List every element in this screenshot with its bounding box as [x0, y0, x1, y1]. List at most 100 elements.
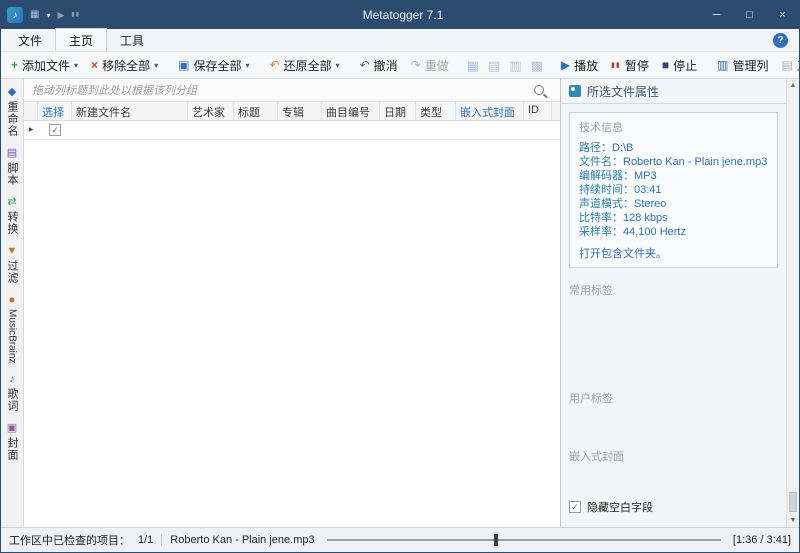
scroll-down-icon[interactable]: ▼ — [790, 514, 797, 527]
row-cell-artist[interactable] — [188, 121, 234, 139]
chevron-down-icon: ▾ — [154, 61, 158, 70]
stop-icon: ■ — [662, 59, 669, 71]
column-header-album[interactable]: 专辑 — [278, 102, 322, 120]
restore-all-label: 还原全部 — [284, 57, 332, 74]
row-cell-track-number[interactable] — [322, 121, 380, 139]
columns-icon: ▥ — [717, 59, 728, 71]
restore-icon: ↶ — [269, 59, 279, 71]
app-window: ♪ ▦ ▾ ▶ ▮▮ Metatogger 7.1 ─ □ × 文件 主页 工具… — [0, 0, 800, 553]
seek-bar[interactable] — [327, 528, 721, 552]
pause-button[interactable]: ▮▮ 暂停 — [605, 54, 655, 76]
row-cell-id[interactable] — [524, 121, 552, 139]
column-header-track-number[interactable]: 曲目编号 — [322, 102, 380, 120]
scroll-up-icon[interactable]: ▲ — [790, 79, 797, 92]
column-header-new-filename[interactable]: 新建文件名 — [72, 102, 188, 120]
musicbrainz-icon: ● — [9, 295, 16, 306]
column-header-date[interactable]: 日期 — [380, 102, 416, 120]
cover-icon: ▣ — [7, 423, 17, 434]
check-icon: ✓ — [571, 503, 579, 512]
invert-selection-icon[interactable]: ▥ — [505, 59, 525, 72]
sidebar-item-filter[interactable]: ▼ 过滤 — [4, 246, 20, 284]
column-header-title[interactable]: 标题 — [234, 102, 278, 120]
remove-all-button[interactable]: × 移除全部 ▾ — [85, 54, 164, 76]
lyrics-icon: ♪ — [9, 374, 15, 385]
selection-grid-icon[interactable]: ▩ — [527, 59, 547, 72]
ribbon-tab-row: 文件 主页 工具 ? — [1, 29, 799, 51]
row-cell-embedded-cover[interactable] — [456, 121, 524, 139]
open-folder-link[interactable]: 打开包含文件夹。 — [579, 245, 768, 261]
column-header-select[interactable]: 选择 — [38, 102, 72, 120]
help-icon[interactable]: ? — [773, 33, 788, 48]
property-label: 持续时间： — [579, 184, 634, 196]
quick-play-icon[interactable]: ▶ — [57, 11, 64, 20]
sidebar-item-label: 歌词 — [4, 388, 20, 412]
status-separator — [161, 534, 162, 546]
seek-track — [327, 539, 721, 541]
sidebar-item-musicbrainz[interactable]: ● MusicBrainz — [7, 295, 18, 363]
restore-all-button[interactable]: ↶ 还原全部 ▾ — [263, 54, 345, 76]
seek-thumb[interactable] — [494, 534, 498, 546]
minimize-button[interactable]: ─ — [700, 1, 733, 29]
quick-access-grid-icon[interactable]: ▦ — [30, 10, 39, 20]
scrollbar-thumb[interactable] — [789, 492, 797, 512]
hide-empty-fields-option: ✓ 隐藏空白字段 — [569, 499, 778, 515]
redo-button[interactable]: ↷ 重做 — [405, 54, 455, 76]
column-header-embedded-cover[interactable]: 嵌入式封面 — [456, 102, 524, 120]
chevron-down-icon: ▾ — [74, 61, 78, 70]
manage-columns-button[interactable]: ▥ 管理列 — [711, 54, 774, 76]
table-row[interactable]: ▶ ✓ — [24, 121, 560, 140]
group-panel[interactable]: 拖动列标题到此处以根据该列分组 — [24, 79, 560, 102]
save-all-button[interactable]: ▣ 保存全部 ▾ — [172, 54, 255, 76]
filter-icon: ▼ — [7, 246, 18, 257]
pause-label: 暂停 — [625, 57, 649, 74]
quick-access-chevron-down-icon[interactable]: ▾ — [46, 11, 50, 20]
sidebar-item-scripting[interactable]: ▤ 脚本 — [4, 148, 20, 186]
play-button[interactable]: ▶ 播放 — [555, 54, 604, 76]
deselect-all-icon[interactable]: ▤ — [484, 59, 504, 72]
property-label: 路径： — [579, 142, 612, 154]
properties-scrollbar[interactable]: ▲ ▼ — [786, 79, 799, 527]
column-header-artist[interactable]: 艺术家 — [188, 102, 234, 120]
property-value[interactable]: D:\B — [612, 142, 633, 154]
add-files-button[interactable]: + 添加文件 ▾ — [5, 54, 84, 76]
stop-button[interactable]: ■ 停止 — [656, 54, 703, 76]
tab-file[interactable]: 文件 — [5, 29, 55, 51]
maximize-button[interactable]: □ — [733, 1, 766, 29]
sidebar-item-rename[interactable]: ◆ 重命名 — [4, 87, 20, 137]
properties-icon — [569, 85, 581, 97]
search-icon[interactable] — [534, 85, 544, 95]
section-technical-info: 技术信息 — [579, 119, 768, 135]
property-path: 路径：D:\B — [579, 141, 768, 155]
hide-empty-checkbox[interactable]: ✓ — [569, 501, 581, 513]
tab-home[interactable]: 主页 — [55, 28, 107, 51]
undo-icon: ↶ — [360, 59, 370, 71]
close-button[interactable]: × — [766, 1, 799, 29]
row-checkbox[interactable]: ✓ — [49, 124, 61, 136]
tab-tools[interactable]: 工具 — [107, 29, 157, 51]
workspace-button[interactable]: ▤ 工作空间 ▾ — [776, 54, 800, 76]
property-codec: 编解码器：MP3 — [579, 169, 768, 183]
property-label: 采样率： — [579, 226, 623, 238]
properties-content: 所选文件属性 技术信息 路径：D:\B 文件名：Roberto Kan - Pl… — [561, 79, 786, 527]
quick-pause-icon[interactable]: ▮▮ — [71, 12, 80, 18]
row-cell-album[interactable] — [278, 121, 322, 139]
column-header-genre[interactable]: 类型 — [416, 102, 456, 120]
checked-items-value: 1/1 — [138, 534, 153, 546]
row-cell-new-filename[interactable] — [72, 121, 188, 139]
column-header-id[interactable]: ID — [524, 102, 552, 120]
row-cell-date[interactable] — [380, 121, 416, 139]
pause-icon: ▮▮ — [611, 62, 621, 69]
row-cell-title[interactable] — [234, 121, 278, 139]
row-cell-genre[interactable] — [416, 121, 456, 139]
select-all-icon[interactable]: ▦ — [463, 59, 483, 72]
sidebar-item-lyrics[interactable]: ♪ 歌词 — [4, 374, 20, 412]
property-duration: 持续时间：03:41 — [579, 183, 768, 197]
section-user-tags: 用户标签 — [569, 390, 778, 406]
sidebar-item-label: MusicBrainz — [7, 309, 18, 363]
property-bitrate: 比特率：128 kbps — [579, 211, 768, 225]
sidebar-item-covers[interactable]: ▣ 封面 — [4, 423, 20, 461]
add-files-label: 添加文件 — [22, 57, 70, 74]
sidebar-item-convert[interactable]: ⇄ 转换 — [4, 197, 20, 235]
properties-title: 所选文件属性 — [587, 83, 659, 100]
undo-button[interactable]: ↶ 撤消 — [354, 54, 404, 76]
